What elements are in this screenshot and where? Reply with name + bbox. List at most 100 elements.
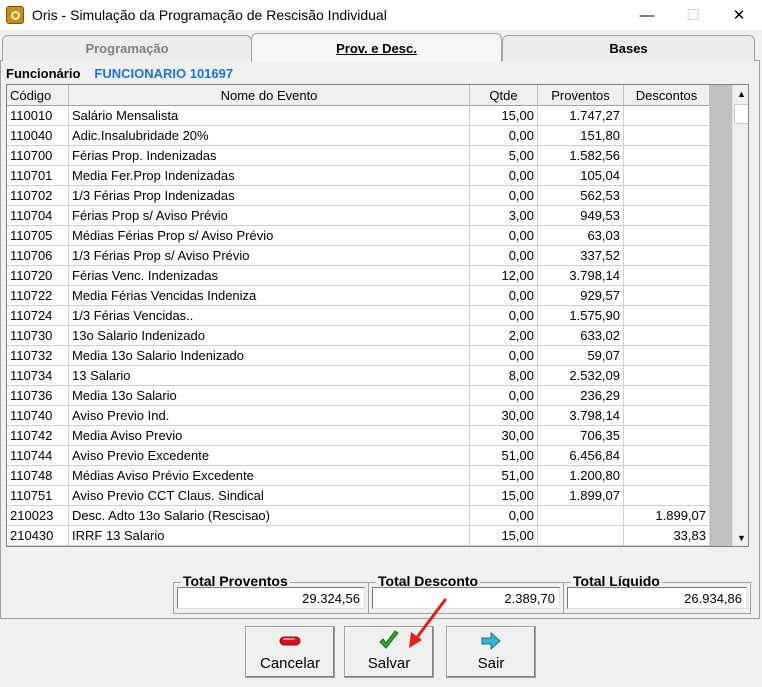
table-row[interactable]: 110744 Aviso Previo Excedente 51,00 6.456,8… [7,446,710,466]
cell-nome[interactable]: Media 13o Salario [69,386,470,406]
cell-descontos[interactable] [624,106,710,126]
table-row[interactable]: 110704 Férias Prop s/ Aviso Prévio 3,00 949… [7,206,710,226]
cell-descontos[interactable] [624,246,710,266]
cell-proventos[interactable]: 3.798,14 [538,266,624,286]
cell-proventos[interactable]: 3.798,14 [538,406,624,426]
cell-proventos[interactable]: 151,80 [538,126,624,146]
cell-codigo[interactable]: 110702 [7,186,69,206]
cell-nome[interactable]: Media Férias Vencidas Indeniza [69,286,470,306]
cell-codigo[interactable]: 110705 [7,226,69,246]
cell-codigo[interactable]: 110706 [7,246,69,266]
cell-nome[interactable]: Férias Prop. Indenizadas [69,146,470,166]
cell-qtde[interactable]: 30,00 [470,426,538,446]
cell-nome[interactable]: Adic.Insalubridade 20% [69,126,470,146]
table-row[interactable]: 110724 1/3 Férias Vencidas.. 0,00 1.575,90 [7,306,710,326]
cell-proventos[interactable]: 105,04 [538,166,624,186]
cell-proventos[interactable]: 1.200,80 [538,466,624,486]
cell-codigo[interactable]: 110740 [7,406,69,426]
cell-qtde[interactable]: 15,00 [470,526,538,546]
cell-codigo[interactable]: 110722 [7,286,69,306]
cell-codigo[interactable]: 110720 [7,266,69,286]
cell-proventos[interactable] [538,526,624,546]
cell-qtde[interactable]: 0,00 [470,166,538,186]
cell-nome[interactable]: Media Fer.Prop Indenizadas [69,166,470,186]
cell-qtde[interactable]: 0,00 [470,286,538,306]
col-header-descontos[interactable]: Descontos [624,85,710,106]
scroll-thumb[interactable] [734,104,748,124]
cell-qtde[interactable]: 0,00 [470,306,538,326]
cell-proventos[interactable]: 337,52 [538,246,624,266]
cell-nome[interactable]: 1/3 Férias Prop Indenizadas [69,186,470,206]
cell-nome[interactable]: Aviso Previo Excedente [69,446,470,466]
cell-nome[interactable]: Férias Venc. Indenizadas [69,266,470,286]
cell-descontos[interactable]: 1.899,07 [624,506,710,526]
close-button[interactable]: ✕ [716,0,762,30]
cell-descontos[interactable] [624,346,710,366]
cancelar-button[interactable]: Cancelar [245,626,335,678]
cell-nome[interactable]: Férias Prop s/ Aviso Prévio [69,206,470,226]
table-row[interactable]: 110751 Aviso Previo CCT Claus. Sindical 15… [7,486,710,506]
cell-proventos[interactable]: 929,57 [538,286,624,306]
table-row[interactable]: 110740 Aviso Previo Ind. 30,00 3.798,14 [7,406,710,426]
cell-descontos[interactable] [624,486,710,506]
cell-descontos[interactable] [624,166,710,186]
cell-proventos[interactable] [538,506,624,526]
cell-proventos[interactable]: 706,35 [538,426,624,446]
cell-codigo[interactable]: 110704 [7,206,69,226]
cell-nome[interactable]: Aviso Previo Ind. [69,406,470,426]
table-row[interactable]: 110748 Médias Aviso Prévio Excedente 51,00… [7,466,710,486]
cell-descontos[interactable] [624,406,710,426]
cell-codigo[interactable]: 110010 [7,106,69,126]
scroll-down-icon[interactable]: ▼ [733,529,748,546]
cell-descontos[interactable] [624,386,710,406]
tab-prov-desc[interactable]: Prov. e Desc. [251,33,502,62]
cell-qtde[interactable]: 0,00 [470,226,538,246]
cell-codigo[interactable]: 110732 [7,346,69,366]
cell-codigo[interactable]: 110751 [7,486,69,506]
cell-codigo[interactable]: 110744 [7,446,69,466]
table-row[interactable]: 110040 Adic.Insalubridade 20% 0,00 151,80 [7,126,710,146]
cell-descontos[interactable] [624,466,710,486]
table-row[interactable]: 110742 Media Aviso Previo 30,00 706,35 [7,426,710,446]
sair-button[interactable]: Sair [446,626,536,678]
table-row[interactable]: 110734 13 Salario 8,00 2.532,09 [7,366,710,386]
cell-codigo[interactable]: 110040 [7,126,69,146]
cell-proventos[interactable]: 949,53 [538,206,624,226]
cell-proventos[interactable]: 63,03 [538,226,624,246]
cell-nome[interactable]: Salário Mensalista [69,106,470,126]
table-row[interactable]: 210023 Desc. Adto 13o Salario (Rescisao) 0… [7,506,710,526]
cell-qtde[interactable]: 2,00 [470,326,538,346]
tab-programacao[interactable]: Programação [2,35,252,61]
cell-nome[interactable]: 1/3 Férias Prop s/ Aviso Prévio [69,246,470,266]
scroll-up-icon[interactable]: ▲ [733,85,748,102]
cell-qtde[interactable]: 51,00 [470,446,538,466]
cell-qtde[interactable]: 0,00 [470,126,538,146]
cell-proventos[interactable]: 633,02 [538,326,624,346]
vertical-scrollbar[interactable]: ▲ ▼ [732,85,748,546]
cell-qtde[interactable]: 15,00 [470,106,538,126]
cell-nome[interactable]: Aviso Previo CCT Claus. Sindical [69,486,470,506]
cell-proventos[interactable]: 1.899,07 [538,486,624,506]
cell-descontos[interactable] [624,306,710,326]
cell-proventos[interactable]: 59,07 [538,346,624,366]
cell-proventos[interactable]: 2.532,09 [538,366,624,386]
cell-codigo[interactable]: 210023 [7,506,69,526]
col-header-codigo[interactable]: Código [7,85,69,106]
cell-nome[interactable]: 1/3 Férias Vencidas.. [69,306,470,326]
events-grid[interactable]: Código Nome do Evento Qtde Proventos Des… [6,84,749,547]
cell-qtde[interactable]: 51,00 [470,466,538,486]
minimize-button[interactable]: — [624,0,670,30]
cell-qtde[interactable]: 0,00 [470,506,538,526]
cell-descontos[interactable] [624,326,710,346]
table-row[interactable]: 110700 Férias Prop. Indenizadas 5,00 1.582,… [7,146,710,166]
cell-proventos[interactable]: 1.747,27 [538,106,624,126]
cell-descontos[interactable] [624,366,710,386]
cell-proventos[interactable]: 6.456,84 [538,446,624,466]
cell-codigo[interactable]: 110742 [7,426,69,446]
cell-nome[interactable]: IRRF 13 Salario [69,526,470,546]
cell-qtde[interactable]: 12,00 [470,266,538,286]
table-row[interactable]: 110736 Media 13o Salario 0,00 236,29 [7,386,710,406]
cell-qtde[interactable]: 0,00 [470,346,538,366]
table-row[interactable]: 110722 Media Férias Vencidas Indeniza 0,00… [7,286,710,306]
table-row[interactable]: 110705 Médias Férias Prop s/ Aviso Prévio… [7,226,710,246]
